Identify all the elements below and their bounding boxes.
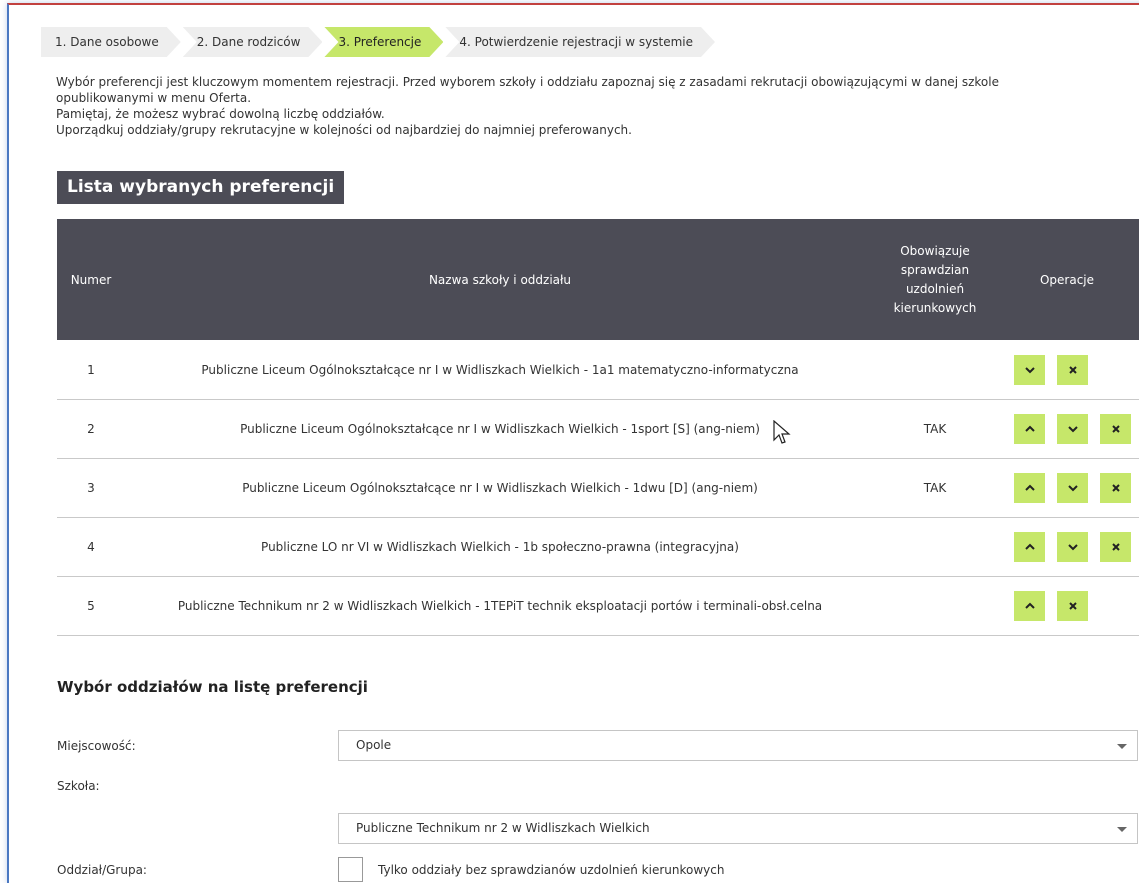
chevron-down-icon <box>1067 426 1078 433</box>
table-row: 3 Publiczne Liceum Ogólnokształcące nr I… <box>57 458 1139 518</box>
header-test-l1: Obowiązuje <box>900 243 970 258</box>
table-row: 2 Publiczne Liceum Ogólnokształcące nr I… <box>57 399 1139 459</box>
chevron-up-icon <box>1024 602 1035 609</box>
city-select[interactable]: Opole <box>338 730 1138 761</box>
step-personal-data[interactable]: 1. Dane osobowe <box>41 27 181 57</box>
row-number: 2 <box>57 399 125 459</box>
header-test-l4: kierunkowych <box>893 300 977 315</box>
row-operations <box>995 340 1139 400</box>
step-parents-data[interactable]: 2. Dane rodziców <box>183 27 323 57</box>
selection-section-title: Wybór oddziałów na listę preferencji <box>57 678 368 696</box>
row-number: 5 <box>57 576 125 636</box>
move-down-button[interactable] <box>1014 354 1045 385</box>
row-school-name: Publiczne Liceum Ogólnokształcące nr I w… <box>125 340 875 400</box>
remove-button[interactable] <box>1057 354 1088 385</box>
header-aptitude-test: Obowiązuje sprawdzian uzdolnień kierunko… <box>875 219 995 340</box>
table-row: 4 Publiczne LO nr VI w Widliszkach Wielk… <box>57 517 1139 577</box>
row-number: 4 <box>57 517 125 577</box>
chevron-down-icon <box>1117 744 1127 749</box>
intro-line-2: Pamiętaj, że możesz wybrać dowolną liczb… <box>56 107 385 121</box>
remove-button[interactable] <box>1100 532 1131 562</box>
city-label: Miejscowość: <box>57 739 136 753</box>
table-header-row: Numer Nazwa szkoły i oddziału Obowiązuje… <box>57 219 1139 340</box>
intro-line-3: Uporządkuj oddziały/grupy rekrutacyjne w… <box>56 123 632 137</box>
row-aptitude-test: TAK <box>875 399 995 459</box>
remove-button[interactable] <box>1100 473 1131 503</box>
move-up-button[interactable] <box>1014 414 1045 444</box>
row-school-name: Publiczne Technikum nr 2 w Widliszkach W… <box>125 576 875 636</box>
header-school-name: Nazwa szkoły i oddziału <box>125 219 875 340</box>
chevron-down-icon <box>1024 366 1035 373</box>
chevron-down-icon <box>1067 544 1078 551</box>
school-select-value: Publiczne Technikum nr 2 w Widliszkach W… <box>356 821 650 835</box>
header-test-l2: sprawdzian <box>900 262 970 277</box>
school-select[interactable]: Publiczne Technikum nr 2 w Widliszkach W… <box>338 813 1138 844</box>
move-up-button[interactable] <box>1014 473 1045 503</box>
header-number: Numer <box>57 219 125 340</box>
remove-button[interactable] <box>1057 591 1088 621</box>
city-select-value: Opole <box>356 738 392 752</box>
preferences-list-title: Lista wybranych preferencji <box>57 171 345 204</box>
move-down-button[interactable] <box>1057 473 1088 503</box>
no-aptitude-test-checkbox[interactable] <box>338 857 363 882</box>
no-aptitude-test-label: Tylko oddziały bez sprawdzianów uzdolnie… <box>378 863 725 877</box>
step-confirmation[interactable]: 4. Potwierdzenie rejestracji w systemie <box>445 27 715 57</box>
move-up-button[interactable] <box>1014 532 1045 562</box>
chevron-up-icon <box>1024 425 1035 432</box>
move-up-button[interactable] <box>1014 591 1045 621</box>
group-label: Oddział/Grupa: <box>57 863 147 877</box>
row-aptitude-test <box>875 576 995 636</box>
intro-line-1: Wybór preferencji jest kluczowym momente… <box>56 75 999 89</box>
row-number: 1 <box>57 340 125 400</box>
registration-steps: 1. Dane osobowe 2. Dane rodziców 3. Pref… <box>41 27 717 57</box>
header-operations: Operacje <box>995 219 1139 340</box>
chevron-down-icon <box>1117 827 1127 832</box>
row-aptitude-test <box>875 340 995 400</box>
row-number: 3 <box>57 458 125 518</box>
remove-button[interactable] <box>1100 414 1131 444</box>
row-school-name: Publiczne Liceum Ogólnokształcące nr I w… <box>125 458 875 518</box>
row-aptitude-test: TAK <box>875 458 995 518</box>
preferences-table: Numer Nazwa szkoły i oddziału Obowiązuje… <box>57 219 1139 636</box>
row-school-name: Publiczne LO nr VI w Widliszkach Wielkic… <box>125 517 875 577</box>
row-operations <box>995 399 1139 459</box>
school-label: Szkoła: <box>57 779 100 793</box>
step-preferences[interactable]: 3. Preferencje <box>324 27 443 57</box>
table-row: 5 Publiczne Technikum nr 2 w Widliszkach… <box>57 576 1139 636</box>
close-icon <box>1068 365 1077 374</box>
chevron-down-icon <box>1067 485 1078 492</box>
intro-line-1b: opublikowanymi w menu Oferta. <box>56 91 252 105</box>
move-down-button[interactable] <box>1057 414 1088 444</box>
chevron-up-icon <box>1024 543 1035 550</box>
chevron-up-icon <box>1024 484 1035 491</box>
move-down-button[interactable] <box>1057 532 1088 562</box>
table-row: 1 Publiczne Liceum Ogólnokształcące nr I… <box>57 340 1139 400</box>
intro-text: Wybór preferencji jest kluczowym momente… <box>56 74 1139 138</box>
close-icon <box>1111 484 1120 492</box>
row-operations <box>995 458 1139 518</box>
close-icon <box>1068 602 1077 610</box>
close-icon <box>1111 543 1120 551</box>
mouse-cursor-icon <box>773 420 791 444</box>
close-icon <box>1111 425 1120 433</box>
header-test-l3: uzdolnień <box>905 281 965 296</box>
row-operations <box>995 576 1139 636</box>
row-school-name: Publiczne Liceum Ogólnokształcące nr I w… <box>125 399 875 459</box>
row-operations <box>995 517 1139 577</box>
row-aptitude-test <box>875 517 995 577</box>
